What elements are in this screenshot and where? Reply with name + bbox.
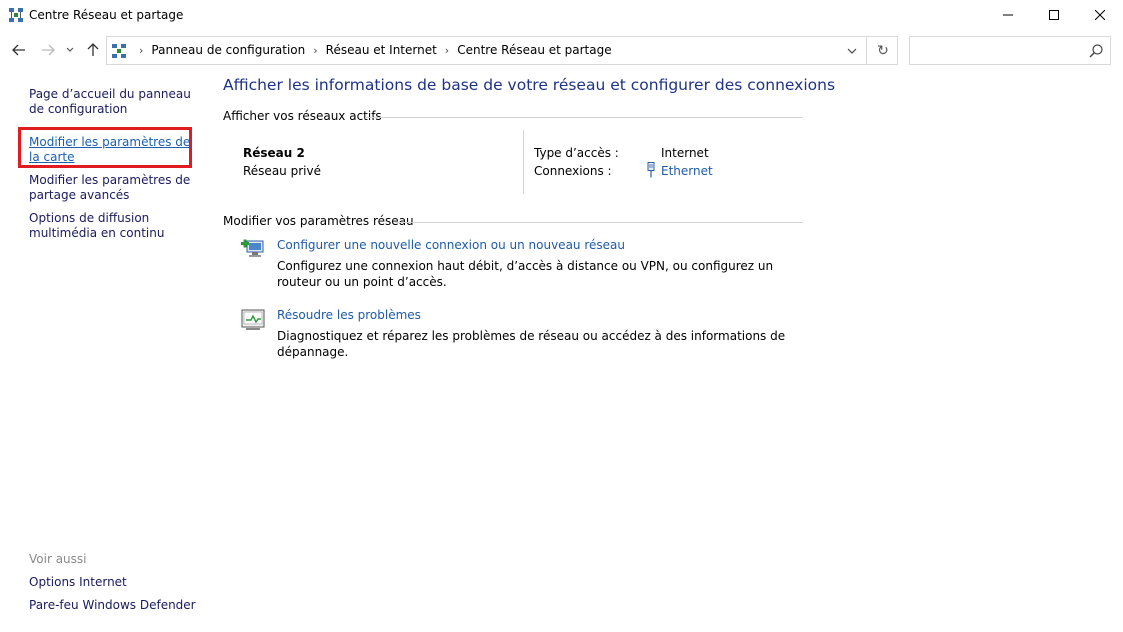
new-connection-icon [241, 239, 264, 257]
section-divider [365, 117, 803, 118]
minimize-icon [1003, 14, 1013, 16]
troubleshoot-problems-link[interactable]: Résoudre les problèmes [277, 308, 421, 322]
troubleshoot-problems-description: Diagnostiquez et réparez les problèmes d… [277, 329, 786, 359]
ethernet-connection-link[interactable]: Ethernet [661, 164, 713, 178]
breadcrumb: › Panneau de configuration › Réseau et I… [131, 43, 612, 57]
chevron-down-icon [847, 48, 857, 54]
ethernet-icon [647, 162, 655, 178]
forward-button[interactable] [38, 40, 58, 60]
search-box[interactable] [909, 36, 1111, 65]
breadcrumb-control-panel[interactable]: Panneau de configuration [151, 43, 305, 57]
page-title: Afficher les informations de base de vot… [223, 76, 836, 94]
search-icon [1089, 44, 1103, 58]
arrow-up-icon [87, 43, 99, 56]
left-pane: Page d’accueil du panneau de configurati… [0, 70, 205, 632]
address-dropdown-button[interactable] [840, 37, 864, 64]
network-center-icon [112, 44, 126, 58]
access-type-label: Type d’accès : [534, 146, 619, 160]
navigation-bar: › Panneau de configuration › Réseau et I… [0, 34, 1123, 66]
breadcrumb-network-center[interactable]: Centre Réseau et partage [457, 43, 611, 57]
network-center-icon [9, 8, 23, 22]
see-also-heading: Voir aussi [29, 552, 87, 566]
chevron-down-icon [66, 47, 74, 52]
breadcrumb-network-internet[interactable]: Réseau et Internet [326, 43, 437, 57]
vertical-divider [523, 130, 524, 194]
change-adapter-settings-link[interactable]: Modifier les paramètres de la carte [29, 135, 199, 165]
close-icon [1095, 10, 1105, 20]
close-button[interactable] [1077, 0, 1123, 30]
chevron-right-icon: › [444, 43, 450, 57]
setup-new-connection-description: Configurez une connexion haut débit, d’a… [277, 259, 774, 289]
section-divider [395, 222, 803, 223]
modify-settings-heading: Modifier vos paramètres réseau [223, 214, 414, 228]
back-button[interactable] [9, 40, 29, 60]
address-bar[interactable]: › Panneau de configuration › Réseau et I… [106, 36, 898, 65]
control-panel-home-link[interactable]: Page d’accueil du panneau de configurati… [29, 87, 199, 117]
window-title: Centre Réseau et partage [29, 8, 184, 22]
network-name: Réseau 2 [243, 146, 305, 160]
windows-defender-firewall-link[interactable]: Pare-feu Windows Defender [29, 598, 196, 612]
advanced-sharing-settings-link[interactable]: Modifier les paramètres de partage avanc… [29, 173, 199, 203]
troubleshoot-icon [241, 309, 265, 330]
maximize-button[interactable] [1031, 0, 1077, 30]
main-content: Afficher les informations de base de vot… [223, 70, 1103, 570]
maximize-icon [1049, 10, 1059, 20]
active-networks-heading: Afficher vos réseaux actifs [223, 109, 382, 123]
refresh-button[interactable]: ↻ [870, 37, 896, 64]
arrow-right-icon [42, 44, 55, 56]
recent-locations-button[interactable] [63, 40, 77, 60]
minimize-button[interactable] [985, 0, 1031, 30]
access-type-value: Internet [661, 146, 709, 160]
title-bar: Centre Réseau et partage [0, 0, 1123, 30]
setup-new-connection-link[interactable]: Configurer une nouvelle connexion ou un … [277, 238, 625, 252]
arrow-left-icon [12, 44, 25, 56]
up-button[interactable] [83, 40, 103, 60]
refresh-icon: ↻ [877, 42, 889, 59]
network-type: Réseau privé [243, 164, 321, 178]
address-divider [866, 37, 867, 64]
media-streaming-options-link[interactable]: Options de diffusion multimédia en conti… [29, 211, 199, 241]
connections-label: Connexions : [534, 164, 612, 178]
internet-options-link[interactable]: Options Internet [29, 575, 127, 589]
chevron-right-icon: › [139, 43, 144, 57]
chevron-right-icon: › [313, 43, 318, 57]
